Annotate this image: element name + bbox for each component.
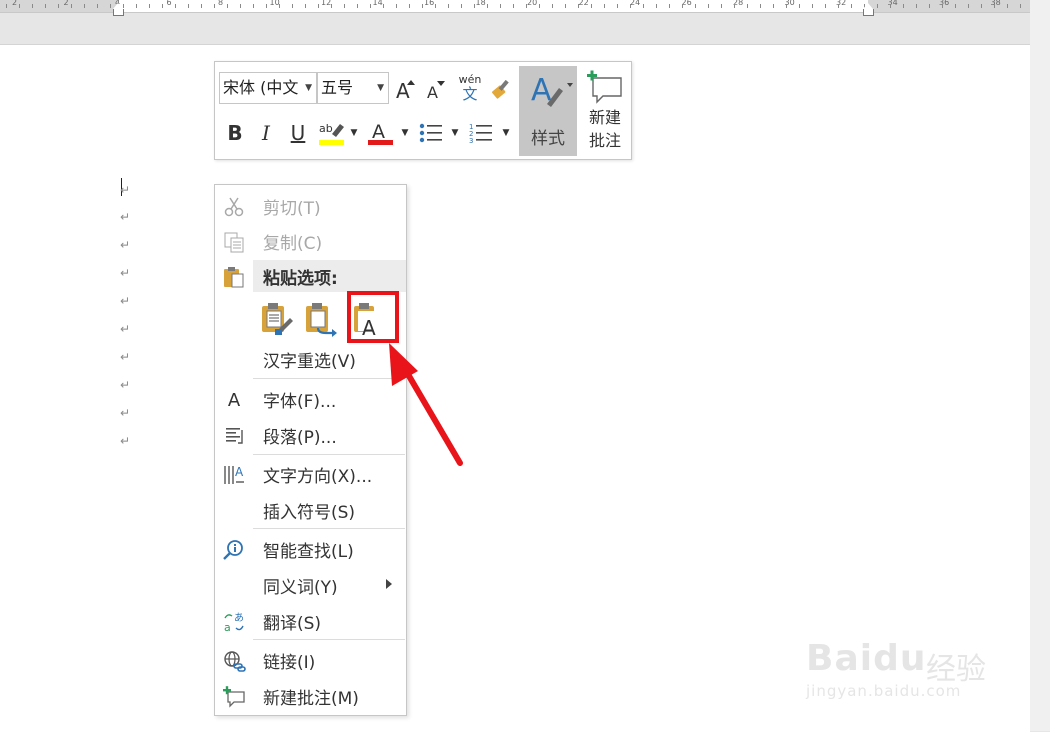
watermark-url: jingyan.baidu.com (806, 682, 962, 700)
baidu-jingyan-watermark: Baidu 经验 jingyan.baidu.com (802, 620, 1002, 710)
watermark-brand: Baidu (806, 638, 927, 679)
